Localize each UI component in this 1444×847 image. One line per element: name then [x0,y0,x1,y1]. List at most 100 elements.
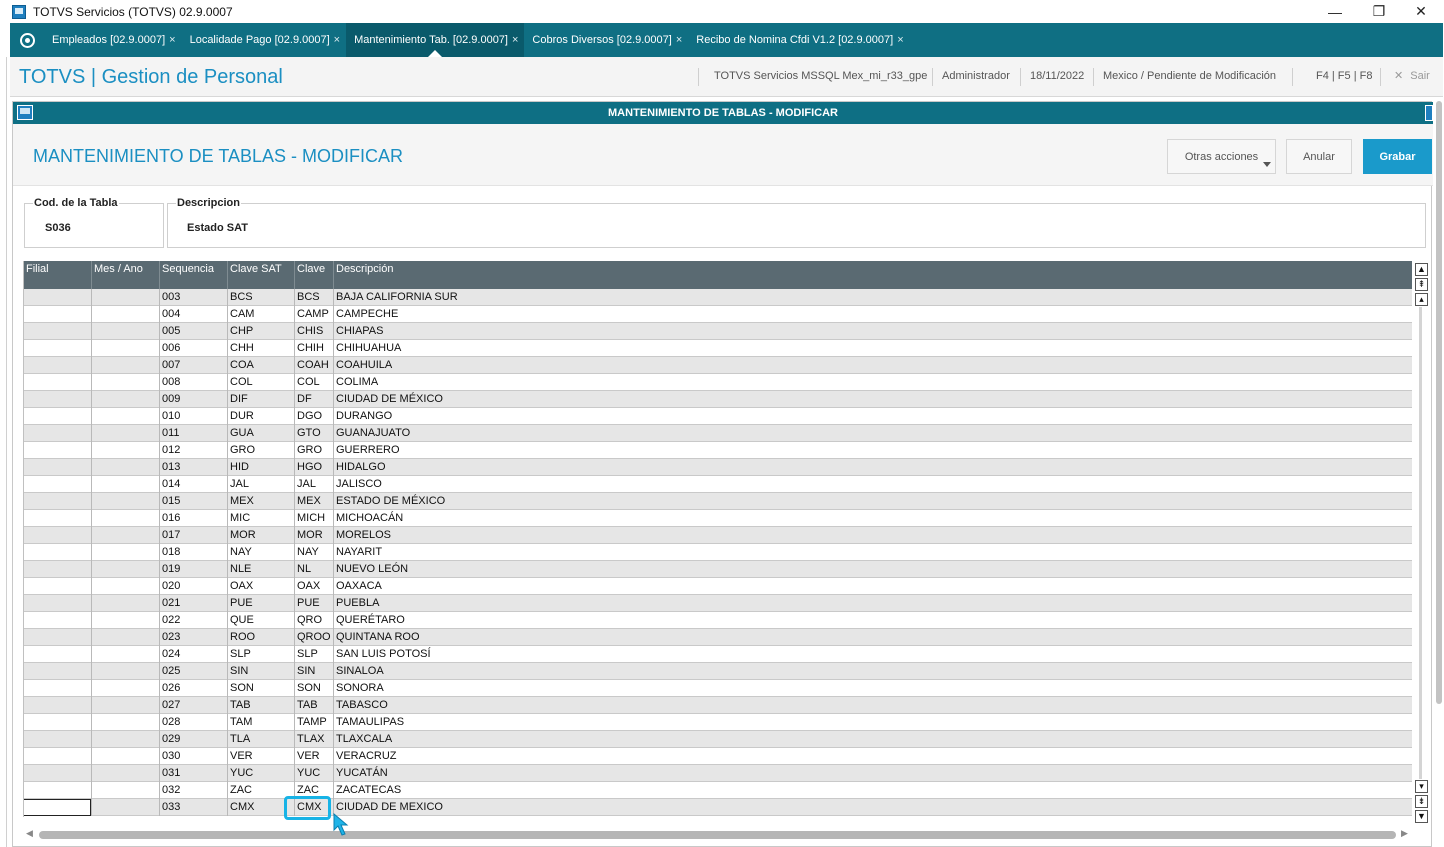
table-cell[interactable]: GUANAJUATO [333,425,1412,442]
table-cell[interactable]: VER [294,748,333,765]
table-cell[interactable]: CAM [227,306,294,323]
table-cell[interactable]: GTO [294,425,333,442]
column-header[interactable]: Descripción [333,261,1412,289]
table-cell[interactable] [91,646,159,663]
table-cell[interactable]: NAY [294,544,333,561]
table-cell[interactable] [91,748,159,765]
table-cell[interactable]: CIUDAD DE MÉXICO [333,391,1412,408]
table-cell[interactable]: 003 [159,289,227,306]
table-cell[interactable]: TAMAULIPAS [333,714,1412,731]
table-cell[interactable]: 033 [159,799,227,816]
shortcuts-label[interactable]: F4 | F5 | F8 [1316,70,1372,82]
table-cell[interactable]: TLAX [294,731,333,748]
table-cell[interactable]: 021 [159,595,227,612]
table-cell[interactable]: VER [227,748,294,765]
table-cell[interactable]: COL [294,374,333,391]
table-cell[interactable]: MEX [294,493,333,510]
table-cell[interactable]: 004 [159,306,227,323]
table-cell[interactable]: JALISCO [333,476,1412,493]
table-cell[interactable]: TLA [227,731,294,748]
table-cell[interactable]: MEX [227,493,294,510]
table-row[interactable]: 014 JAL JAL JALISCO [24,476,1412,493]
table-cell[interactable]: SON [227,680,294,697]
table-cell[interactable]: QUINTANA ROO [333,629,1412,646]
table-row[interactable]: 006 CHH CHIH CHIHUAHUA [24,340,1412,357]
table-cell[interactable]: CHIS [294,323,333,340]
table-cell[interactable]: MIC [227,510,294,527]
other-actions-button[interactable]: Otras acciones [1167,139,1276,174]
table-row[interactable]: 003 BCS BCS BAJA CALIFORNIA SUR [24,289,1412,306]
table-cell[interactable] [91,612,159,629]
table-cell[interactable]: 008 [159,374,227,391]
table-cell[interactable]: CHIH [294,340,333,357]
save-button[interactable]: Grabar [1363,139,1432,174]
table-cell[interactable]: 028 [159,714,227,731]
table-cell[interactable] [91,357,159,374]
grid-vertical-scroll[interactable]: ▲ ⇞ ▴ ▾ ⇟ ▼ [1413,261,1429,831]
table-cell[interactable]: 015 [159,493,227,510]
table-row[interactable]: 013 HID HGO HIDALGO [24,459,1412,476]
table-cell[interactable]: QRO [294,612,333,629]
column-header[interactable]: Sequencia [159,261,227,289]
table-cell[interactable]: JAL [294,476,333,493]
page-scroll-thumb[interactable] [1436,101,1442,704]
table-cell[interactable] [24,544,91,561]
table-row[interactable]: 005 CHP CHIS CHIAPAS [24,323,1412,340]
table-cell[interactable]: SIN [227,663,294,680]
table-cell[interactable]: PUE [294,595,333,612]
table-cell[interactable]: JAL [227,476,294,493]
table-cell[interactable] [91,408,159,425]
table-cell[interactable] [91,731,159,748]
table-cell[interactable]: 026 [159,680,227,697]
scroll-right-icon[interactable]: ▶ [1401,828,1408,839]
description-field[interactable]: Descripcion Estado SAT [167,197,1426,248]
table-cell[interactable] [91,680,159,697]
table-row[interactable]: 033 CMX CMX CIUDAD DE MEXICO [24,799,1412,816]
close-window-button[interactable]: ✕ [1398,0,1444,23]
table-cell[interactable] [24,425,91,442]
table-row[interactable]: 031 YUC YUC YUCATÁN [24,765,1412,782]
table-cell[interactable]: BCS [227,289,294,306]
table-row[interactable]: 025 SIN SIN SINALOA [24,663,1412,680]
table-cell[interactable]: CIUDAD DE MEXICO [333,799,1412,816]
scroll-left-icon[interactable]: ◀ [26,828,33,839]
table-cell[interactable] [24,782,91,799]
scroll-page-down-icon[interactable]: ⇟ [1415,795,1428,808]
table-cell[interactable] [91,799,159,816]
table-cell[interactable]: TAB [227,697,294,714]
table-cell[interactable]: COL [227,374,294,391]
table-cell[interactable]: NL [294,561,333,578]
table-row[interactable]: 017 MOR MOR MORELOS [24,527,1412,544]
table-row[interactable]: 023 ROO QROO QUINTANA ROO [24,629,1412,646]
table-cell[interactable]: QUE [227,612,294,629]
table-cell[interactable] [91,595,159,612]
table-row[interactable]: 007 COA COAH COAHUILA [24,357,1412,374]
table-cell[interactable] [24,578,91,595]
table-row[interactable]: 030 VER VER VERACRUZ [24,748,1412,765]
table-cell[interactable] [24,527,91,544]
table-cell[interactable] [24,357,91,374]
table-cell[interactable]: MORELOS [333,527,1412,544]
table-cell[interactable]: SAN LUIS POTOSÍ [333,646,1412,663]
table-cell[interactable] [24,391,91,408]
table-cell[interactable] [91,323,159,340]
table-cell[interactable] [24,459,91,476]
table-cell[interactable]: 025 [159,663,227,680]
table-cell[interactable]: DIF [227,391,294,408]
table-cell[interactable] [91,391,159,408]
table-row[interactable]: 010 DUR DGO DURANGO [24,408,1412,425]
table-cell[interactable]: TAB [294,697,333,714]
table-cell[interactable]: CHH [227,340,294,357]
table-row[interactable]: 024 SLP SLP SAN LUIS POTOSÍ [24,646,1412,663]
table-cell[interactable]: YUCATÁN [333,765,1412,782]
table-cell[interactable]: 016 [159,510,227,527]
column-header[interactable]: Clave [294,261,333,289]
table-row[interactable]: 022 QUE QRO QUERÉTARO [24,612,1412,629]
table-cell[interactable] [24,510,91,527]
table-cell[interactable]: CHP [227,323,294,340]
table-cell[interactable] [24,697,91,714]
table-grid[interactable]: Filial Mes / Ano Sequencia Clave SAT Clave De… [23,261,1412,817]
table-cell[interactable]: 009 [159,391,227,408]
home-button[interactable] [10,23,44,57]
table-row[interactable]: 021 PUE PUE PUEBLA [24,595,1412,612]
